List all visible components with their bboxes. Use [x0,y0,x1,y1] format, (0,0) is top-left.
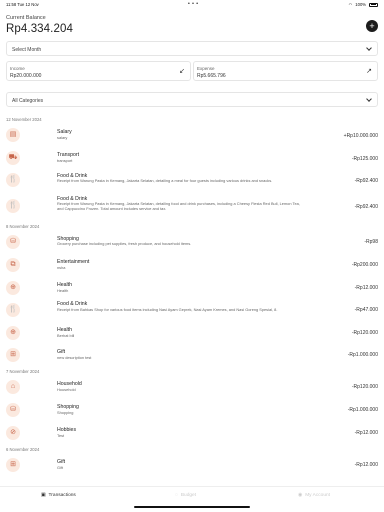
balance-label: Current Balance [6,15,46,21]
income-card: Income Rp20.000.000 ↙ [6,61,191,81]
add-transaction-button[interactable]: + [366,20,378,32]
date-header: 8 November 2024 [6,224,40,229]
transaction-amount: -Rp47.000 [354,307,378,313]
income-value: Rp20.000.000 [10,73,42,79]
battery-icon [369,2,378,7]
transaction-desc: Household [57,387,76,392]
gift-icon: ⊞ [6,458,20,472]
tab-transactions[interactable]: ▣ Transactions [41,493,76,498]
transaction-amount: -Rp125.000 [351,156,378,162]
wifi-icon: ◠ [348,2,353,7]
category-select[interactable]: All Categories [6,92,378,107]
transaction-amount: -Rp1.000.000 [347,407,378,413]
transaction-desc: nsha [57,265,66,270]
expense-label: Expense [197,66,215,71]
transaction-amount: -Rp92.400 [354,178,378,184]
transaction-amount: -Rp98 [364,239,378,245]
transaction-desc: Receipt from Warung Pasta in Kemang, Jak… [57,178,273,183]
shopping-bag-icon: ⛁ [6,235,20,249]
fork-knife-icon: 🍴 [6,199,20,213]
transaction-amount: -Rp200.000 [351,262,378,268]
tab-label: Budget [180,493,197,498]
transaction-amount: -Rp12.000 [354,285,378,291]
transaction-desc: Berhat bill [57,333,75,338]
transaction-amount: -Rp12.000 [354,462,378,468]
transaction-amount: +Rp10.000.000 [343,133,378,139]
transaction-amount: -Rp120.000 [351,384,378,390]
expense-value: Rp5.665.796 [197,73,226,79]
fork-knife-icon: 🍴 [6,173,20,187]
tab-label: Transactions [48,493,76,498]
hobbies-icon: ⊘ [6,426,20,440]
transaction-desc: Receipt from Warung Pasta in Kemang, Jak… [57,201,300,211]
transaction-amount: -Rp1.000.000 [347,352,378,358]
health-icon: ⊕ [6,326,20,340]
budget-icon: ◌ [175,493,178,498]
car-icon: ⛟ [6,151,20,165]
transactions-icon: ▣ [41,493,46,498]
transaction-desc: Grocery purchase including pet supplies,… [57,241,192,246]
battery-percent: 100% [355,2,366,7]
month-select-value: Select Month [12,47,42,53]
expense-card: Expense Rp5.665.796 ↗ [193,61,378,81]
shopping-bag-icon: ⛁ [6,403,20,417]
date-header: 7 November 2024 [6,369,40,374]
transaction-desc: Shopping [57,410,74,415]
salary-icon: ▤ [6,128,20,142]
date-header: 6 November 2024 [6,447,40,452]
transaction-desc: Health [57,288,69,293]
transaction-desc: Gift [57,465,64,470]
arrow-up-right-icon: ↗ [366,68,372,75]
month-select[interactable]: Select Month [6,41,378,56]
chevron-down-icon [366,96,372,102]
transaction-amount: -Rp12.000 [354,430,378,436]
balance-value: Rp4.334.204 [6,23,73,35]
transaction-desc: new description test [57,355,92,360]
status-bar: 11:58 Tue 12 Nov • • • ◠ 100% [0,0,384,10]
home-icon: ⌂ [6,380,20,394]
transaction-desc: transport [57,158,73,163]
tab-label: My Account [305,493,330,498]
gift-icon: ⊞ [6,348,20,362]
arrow-down-left-icon: ↙ [179,68,185,75]
status-time: 11:58 [6,2,17,7]
status-date: Tue 12 Nov [17,2,39,7]
transaction-desc: salary [57,135,68,140]
income-label: Income [10,66,25,71]
date-header: 12 November 2024 [6,117,42,122]
transaction-desc: Test [57,433,65,438]
fork-knife-icon: 🍴 [6,303,20,317]
transaction-amount: -Rp92.400 [354,204,378,210]
multitask-dots-icon[interactable]: • • • [188,1,199,7]
health-icon: ⊕ [6,281,20,295]
chevron-down-icon [366,45,372,51]
account-icon: ◉ [298,493,303,498]
entertainment-icon: ⧉ [6,258,20,272]
tab-budget[interactable]: ◌ Budget [175,493,196,498]
bottom-tab-bar: ▣ Transactions ◌ Budget ◉ My Account [0,486,384,512]
transaction-desc: Receipt from Bahkas Shop for various foo… [57,307,278,312]
plus-icon: + [369,21,375,31]
tab-my-account[interactable]: ◉ My Account [298,493,330,498]
transaction-amount: -Rp120.000 [351,330,378,336]
home-indicator [134,506,250,508]
category-select-value: All Categories [12,98,44,104]
